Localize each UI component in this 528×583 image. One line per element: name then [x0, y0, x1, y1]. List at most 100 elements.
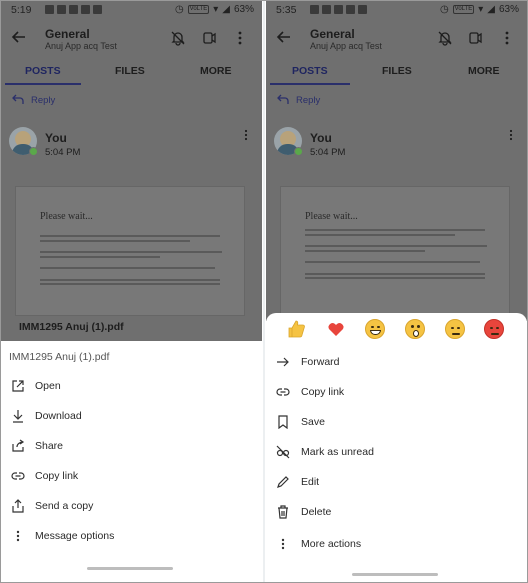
menu-edit[interactable]: Edit [266, 469, 527, 497]
reply-icon [277, 94, 289, 104]
channel-header: General Anuj App acq Test [1, 19, 262, 57]
like-reaction-icon[interactable] [286, 319, 306, 339]
message-more-icon[interactable] [509, 129, 513, 141]
menu-message-options[interactable]: Message options [1, 523, 262, 551]
presence-available-icon [294, 147, 303, 156]
back-arrow-icon[interactable] [274, 27, 294, 47]
meet-video-icon[interactable] [466, 29, 484, 47]
channel-tabs: POSTS FILES MORE [266, 59, 527, 85]
more-vertical-icon[interactable] [498, 29, 516, 47]
angry-reaction-icon[interactable] [484, 319, 504, 339]
status-time: 5:35 [276, 4, 297, 16]
menu-copy-link[interactable]: Copy link [266, 379, 527, 407]
tab-more[interactable]: MORE [468, 65, 500, 77]
active-tab-indicator [270, 83, 350, 85]
message-more-icon[interactable] [244, 129, 248, 141]
pdf-text-line [305, 277, 485, 279]
menu-forward[interactable]: Forward [266, 349, 527, 377]
active-tab-indicator [5, 83, 81, 85]
channel-title: General [310, 27, 355, 41]
wifi-icon: ▾ [213, 4, 219, 15]
link-icon [11, 472, 25, 480]
menu-send-copy[interactable]: Send a copy [1, 493, 262, 521]
message-sender: You [45, 131, 67, 145]
link-icon [276, 388, 290, 396]
status-bar: 5:19 ◷ VoLTE ▾ ◢ 63% [1, 1, 262, 19]
menu-save[interactable]: Save [266, 409, 527, 437]
channel-header: General Anuj App acq Test [266, 19, 527, 57]
notification-icons [45, 5, 102, 14]
status-bar: 5:35 ◷ VoLTE ▾ ◢ 63% [266, 1, 527, 19]
meet-video-icon[interactable] [200, 29, 218, 47]
reaction-bar [266, 319, 527, 347]
team-name: Anuj App acq Test [310, 41, 382, 51]
menu-copy-link-label: Copy link [35, 470, 79, 482]
laugh-reaction-icon[interactable] [365, 319, 385, 339]
tab-more[interactable]: MORE [200, 65, 232, 77]
alarm-icon: ◷ [439, 4, 449, 15]
reply-bar[interactable]: Reply [1, 91, 262, 111]
pdf-text-line [305, 234, 455, 236]
send-copy-icon [12, 499, 24, 513]
tab-files[interactable]: FILES [115, 65, 145, 77]
menu-mark-unread[interactable]: Mark as unread [266, 439, 527, 467]
menu-share[interactable]: Share [1, 433, 262, 461]
message-actions-sheet: Forward Copy link Save Mark as unread Ed… [266, 313, 527, 582]
battery-percent: 63% [233, 4, 254, 15]
heart-reaction-icon[interactable] [326, 319, 346, 339]
pdf-text-line [40, 267, 215, 269]
pdf-preview[interactable]: Please wait... [280, 186, 510, 321]
surprised-reaction-icon[interactable] [405, 319, 425, 339]
download-icon [13, 410, 23, 423]
pdf-text-line [305, 273, 485, 275]
menu-copy-link[interactable]: Copy link [1, 463, 262, 491]
right-screen: 5:35 ◷ VoLTE ▾ ◢ 63% General Anuj App ac… [266, 1, 527, 582]
pdf-preview[interactable]: Please wait... [15, 186, 245, 316]
pdf-text-line [40, 256, 160, 258]
status-right: ◷ VoLTE ▾ ◢ 63% [440, 4, 519, 15]
pdf-heading: Please wait... [40, 211, 93, 222]
menu-edit-label: Edit [301, 476, 320, 488]
channel-title: General [45, 27, 90, 41]
menu-delete-label: Delete [301, 506, 332, 518]
pdf-text-line [305, 250, 425, 252]
menu-delete[interactable]: Delete [266, 499, 527, 527]
menu-copy-link-label: Copy link [301, 386, 345, 398]
menu-more-actions[interactable]: More actions [266, 531, 527, 559]
menu-mark-unread-label: Mark as unread [301, 446, 374, 458]
dimmed-chat-background: 5:35 ◷ VoLTE ▾ ◢ 63% General Anuj App ac… [266, 1, 527, 321]
menu-open[interactable]: Open [1, 373, 262, 401]
pdf-text-line [40, 240, 190, 242]
sad-reaction-icon[interactable] [445, 319, 465, 339]
pdf-text-line [40, 279, 220, 281]
tab-files[interactable]: FILES [382, 65, 412, 77]
reply-icon [12, 94, 24, 104]
battery-percent: 63% [498, 4, 519, 15]
status-time: 5:19 [11, 4, 32, 16]
tab-posts[interactable]: POSTS [292, 65, 328, 77]
attachment-name[interactable]: IMM1295 Anuj (1).pdf [19, 321, 124, 333]
menu-download-label: Download [35, 410, 82, 422]
mute-bell-icon[interactable] [436, 29, 454, 47]
wifi-icon: ▾ [478, 4, 484, 15]
reply-bar[interactable]: Reply [266, 91, 527, 111]
pdf-text-line [305, 245, 487, 247]
status-right: ◷ VoLTE ▾ ◢ 63% [175, 4, 254, 15]
more-vertical-icon[interactable] [231, 29, 249, 47]
menu-message-options-label: Message options [35, 530, 115, 542]
menu-download[interactable]: Download [1, 403, 262, 431]
pdf-text-line [305, 229, 485, 231]
forward-arrow-icon [277, 357, 289, 367]
file-options-sheet: IMM1295 Anuj (1).pdf Open Download Share… [1, 341, 262, 582]
more-vertical-icon [16, 530, 20, 542]
message-time: 5:04 PM [310, 147, 346, 158]
left-screen: 5:19 ◷ VoLTE ▾ ◢ 63% General Anuj App ac… [1, 1, 262, 582]
unread-icon [276, 445, 290, 459]
mute-bell-icon[interactable] [169, 29, 187, 47]
pdf-heading: Please wait... [305, 211, 358, 222]
pencil-icon [277, 476, 289, 488]
tab-posts[interactable]: POSTS [25, 65, 61, 77]
panel-divider [263, 1, 265, 582]
sheet-title: IMM1295 Anuj (1).pdf [9, 351, 110, 363]
back-arrow-icon[interactable] [9, 27, 29, 47]
